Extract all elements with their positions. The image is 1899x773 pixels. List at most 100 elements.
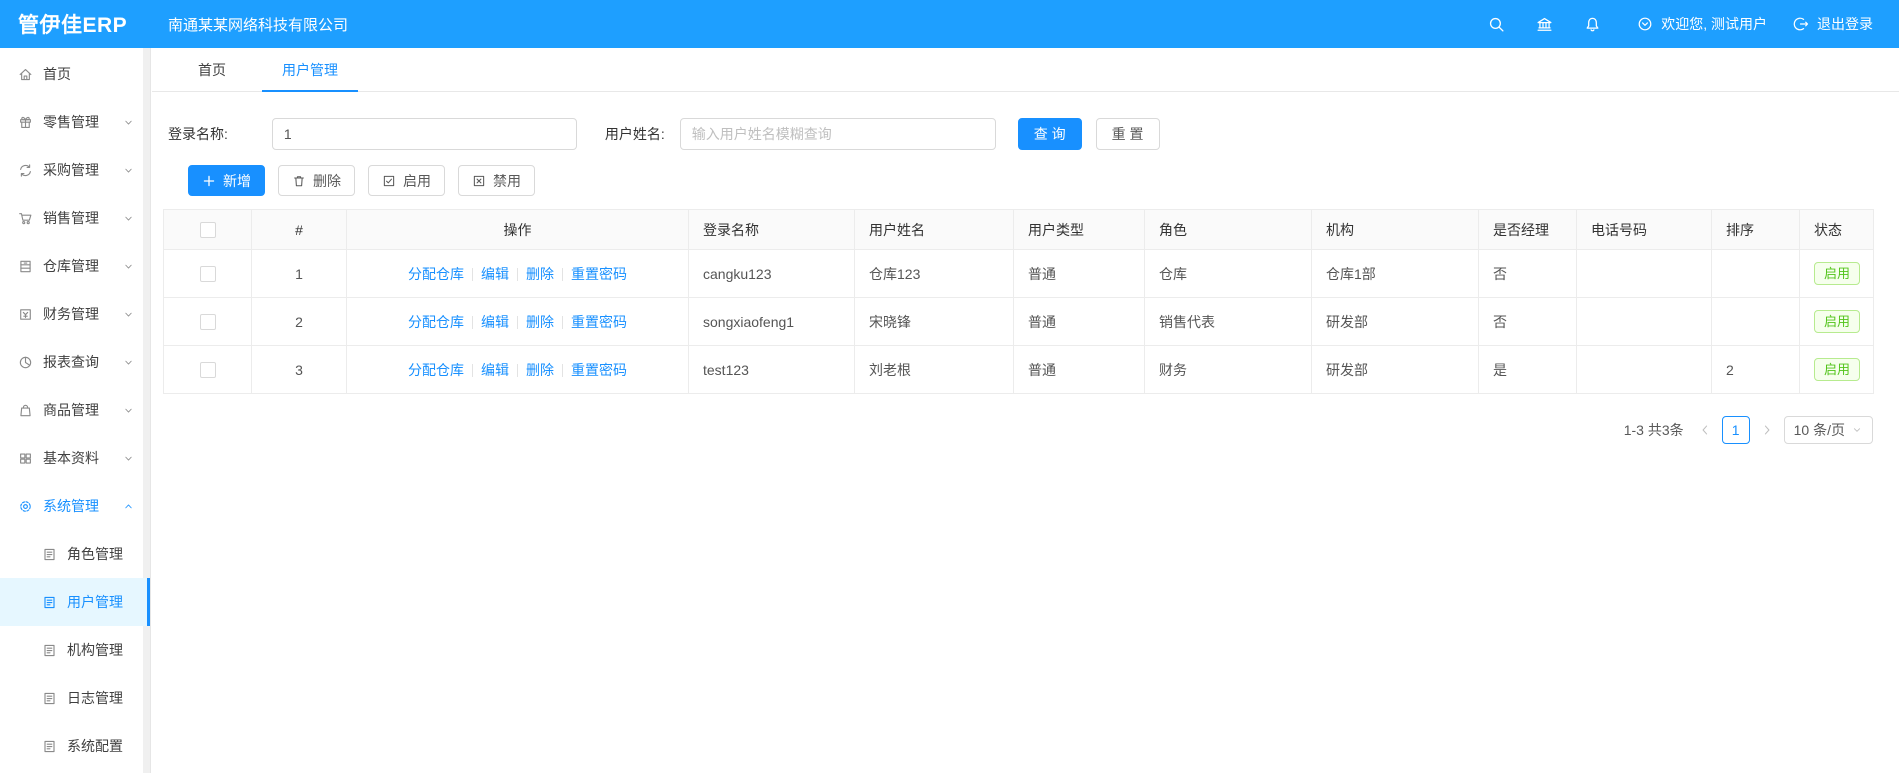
row-action-删除[interactable]: 删除 xyxy=(526,266,554,282)
cell-type: 普通 xyxy=(1013,249,1145,298)
action-separator xyxy=(517,363,518,377)
row-action-分配仓库[interactable]: 分配仓库 xyxy=(408,362,464,378)
x-square-icon xyxy=(472,174,486,188)
sidebar-item-label: 销售管理 xyxy=(43,210,99,226)
status-badge[interactable]: 启用 xyxy=(1814,358,1861,381)
grid-icon xyxy=(18,451,33,466)
enable-button[interactable]: 启用 xyxy=(368,165,445,196)
row-checkbox[interactable] xyxy=(199,362,216,379)
row-checkbox[interactable] xyxy=(199,314,216,331)
reset-button[interactable]: 重 置 xyxy=(1095,118,1160,150)
cell-manager: 否 xyxy=(1478,249,1577,298)
app-logo: 管伊佳ERP xyxy=(18,14,128,37)
sidebar-subitem-label: 用户管理 xyxy=(67,594,123,610)
sidebar: 首页 零售管理 采购管理销售管理仓库管理 财务管理报表查询商品管理 基本资料系统管理角色… xyxy=(0,48,151,773)
page-button-1[interactable]: 1 xyxy=(1721,416,1750,444)
sidebar-item-3[interactable]: 销售管理 xyxy=(0,194,150,242)
logout-button[interactable]: 退出登录 xyxy=(1793,14,1873,34)
chevron-up-icon xyxy=(123,501,134,512)
row-action-分配仓库[interactable]: 分配仓库 xyxy=(408,314,464,330)
gear-icon xyxy=(18,499,33,514)
column-header-5: 角色 xyxy=(1144,209,1312,250)
search-icon[interactable] xyxy=(1488,16,1505,33)
sidebar-item-label: 报表查询 xyxy=(43,354,99,370)
cell-sort xyxy=(1711,249,1800,298)
sidebar-item-1[interactable]: 零售管理 xyxy=(0,98,150,146)
logout-text: 退出登录 xyxy=(1817,16,1873,32)
logout-icon xyxy=(1793,16,1809,32)
row-action-编辑[interactable]: 编辑 xyxy=(481,266,509,282)
prev-page-button[interactable] xyxy=(1698,423,1712,437)
cell-login: test123 xyxy=(688,345,855,394)
row-action-编辑[interactable]: 编辑 xyxy=(481,314,509,330)
sidebar-subitem-9-1[interactable]: 用户管理 xyxy=(0,578,150,626)
action-separator xyxy=(472,315,473,329)
search-button[interactable]: 查 询 xyxy=(1017,118,1082,150)
sidebar-subitem-label: 日志管理 xyxy=(67,690,123,706)
user-name-input[interactable] xyxy=(679,118,996,150)
chevron-down-icon xyxy=(123,117,134,128)
sidebar-item-6[interactable]: 报表查询 xyxy=(0,338,150,386)
sidebar-item-7[interactable]: 商品管理 xyxy=(0,386,150,434)
cell-manager: 否 xyxy=(1478,297,1577,346)
app-header: 管伊佳ERP 南通某某网络科技有限公司 欢迎您, 测试用户 退出登录 xyxy=(0,0,1899,48)
row-action-重置密码[interactable]: 重置密码 xyxy=(571,362,627,378)
cell-status: 启用 xyxy=(1799,249,1874,298)
sidebar-subitem-9-3[interactable]: 日志管理 xyxy=(0,674,150,722)
row-action-重置密码[interactable]: 重置密码 xyxy=(571,266,627,282)
chevron-down-icon xyxy=(123,261,134,272)
erp-app: 管伊佳ERP 南通某某网络科技有限公司 欢迎您, 测试用户 退出登录 首页 零售管… xyxy=(0,0,1899,773)
user-table: # 操作 登录名称 用户姓名 用户类型 角色 机构 是否经理 电话号码 排序 状态 1 分配仓库 编辑删… xyxy=(163,209,1874,394)
tab-bar: 首页 用户管理 xyxy=(152,48,1899,92)
plus-icon xyxy=(202,174,216,188)
doc-icon xyxy=(42,643,57,658)
bank-icon[interactable] xyxy=(1536,16,1553,33)
cell-index: 2 xyxy=(251,297,347,346)
cell-type: 普通 xyxy=(1013,297,1145,346)
cell-manager: 是 xyxy=(1478,345,1577,394)
table-header-row: # 操作 登录名称 用户姓名 用户类型 角色 机构 是否经理 电话号码 排序 状态 xyxy=(163,209,1874,250)
sidebar-item-0[interactable]: 首页 xyxy=(0,50,150,98)
row-action-编辑[interactable]: 编辑 xyxy=(481,362,509,378)
disable-button[interactable]: 禁用 xyxy=(458,165,535,196)
cell-index: 1 xyxy=(251,249,347,298)
add-button[interactable]: 新增 xyxy=(188,165,265,196)
bell-icon[interactable] xyxy=(1584,16,1601,33)
tab-1[interactable]: 用户管理 xyxy=(262,48,358,92)
status-badge[interactable]: 启用 xyxy=(1814,310,1861,333)
row-action-删除[interactable]: 删除 xyxy=(526,314,554,330)
sidebar-menu: 首页 零售管理 采购管理销售管理仓库管理 财务管理报表查询商品管理 基本资料系统管理角色… xyxy=(0,48,150,770)
status-badge[interactable]: 启用 xyxy=(1814,262,1861,285)
cell-name: 仓库123 xyxy=(854,249,1014,298)
row-action-分配仓库[interactable]: 分配仓库 xyxy=(408,266,464,282)
tab-label: 首页 xyxy=(198,61,226,78)
sidebar-item-4[interactable]: 仓库管理 xyxy=(0,242,150,290)
delete-button[interactable]: 删除 xyxy=(278,165,355,196)
sidebar-item-2[interactable]: 采购管理 xyxy=(0,146,150,194)
sidebar-subitem-9-0[interactable]: 角色管理 xyxy=(0,530,150,578)
row-action-删除[interactable]: 删除 xyxy=(526,362,554,378)
row-checkbox[interactable] xyxy=(199,266,216,283)
select-caret-icon xyxy=(1851,424,1863,436)
welcome-text: 欢迎您, 测试用户 xyxy=(1661,16,1767,32)
sidebar-item-label: 系统管理 xyxy=(43,498,99,514)
tab-0[interactable]: 首页 xyxy=(178,48,246,91)
page-size-select[interactable]: 10 条/页 xyxy=(1783,416,1873,444)
chevron-down-icon xyxy=(123,309,134,320)
header-actions: 欢迎您, 测试用户 退出登录 xyxy=(1457,14,1899,34)
user-name-label: 用户姓名: xyxy=(604,126,665,142)
select-all-checkbox[interactable] xyxy=(199,222,216,239)
sidebar-item-9[interactable]: 系统管理 xyxy=(0,482,150,530)
login-name-input[interactable] xyxy=(271,118,577,150)
sidebar-subitem-9-2[interactable]: 机构管理 xyxy=(0,626,150,674)
sidebar-subitem-9-4[interactable]: 系统配置 xyxy=(0,722,150,770)
row-action-重置密码[interactable]: 重置密码 xyxy=(571,314,627,330)
home-icon xyxy=(18,67,33,82)
sidebar-item-8[interactable]: 基本资料 xyxy=(0,434,150,482)
finance-icon xyxy=(18,307,33,322)
sidebar-item-5[interactable]: 财务管理 xyxy=(0,290,150,338)
action-separator xyxy=(562,363,563,377)
user-menu[interactable]: 欢迎您, 测试用户 xyxy=(1637,14,1767,34)
next-page-button[interactable] xyxy=(1760,423,1774,437)
cell-org: 研发部 xyxy=(1311,297,1479,346)
